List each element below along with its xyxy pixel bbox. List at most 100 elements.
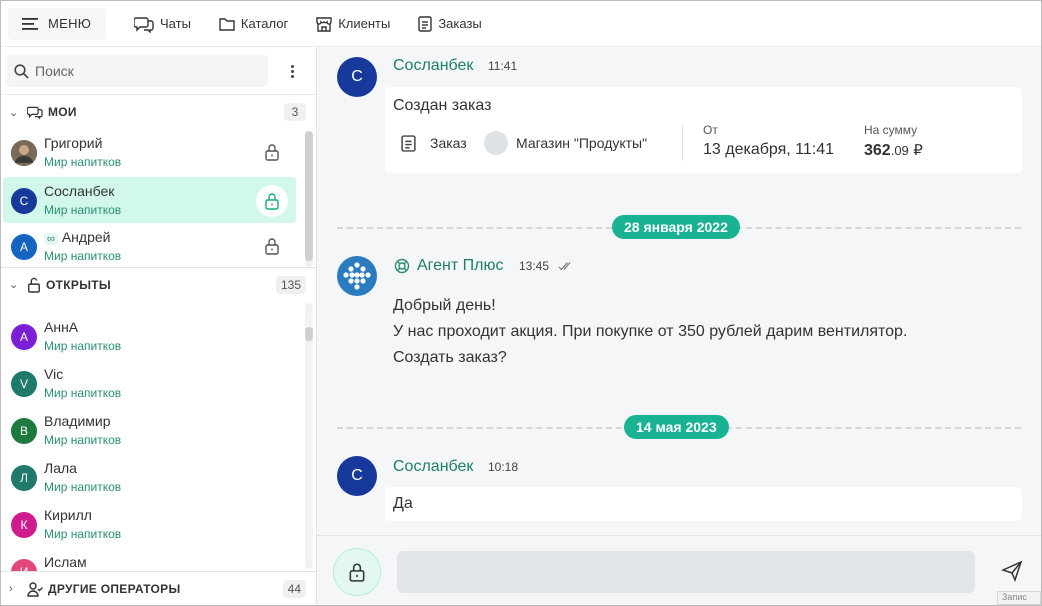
- section-others-count: 44: [282, 580, 306, 598]
- avatar: А: [11, 324, 37, 350]
- order-card[interactable]: Заказ Магазин "Продукты" От 13 декабря, …: [385, 123, 1022, 165]
- contact-item[interactable]: К Кирилл Мир напитков: [3, 501, 296, 547]
- document-icon: [401, 135, 416, 152]
- message-sender[interactable]: Сосланбек: [393, 57, 473, 75]
- mine-scroll-thumb[interactable]: [305, 131, 313, 261]
- order-date: 13 декабря, 11:41: [703, 141, 835, 158]
- chats-icon: [134, 16, 154, 33]
- contact-name: Ислам: [44, 554, 87, 570]
- avatar: В: [11, 418, 37, 444]
- section-others-header[interactable]: › ДРУГИЕ ОПЕРАТОРЫ 44: [1, 571, 316, 605]
- contact-item-active[interactable]: С Сосланбек Мир напитков: [3, 177, 296, 223]
- user-photo-icon: [11, 140, 37, 166]
- lock-icon[interactable]: [264, 143, 280, 161]
- menu-label: МЕНЮ: [48, 16, 92, 31]
- contact-name: АннА: [44, 319, 79, 335]
- avatar: С: [11, 188, 37, 214]
- open-scrollbar[interactable]: [305, 303, 313, 569]
- message-input[interactable]: [397, 551, 975, 593]
- order-message-bubble: Создан заказ Заказ Магазин "Продукты" От…: [385, 87, 1022, 173]
- search-row: [1, 47, 316, 95]
- section-others-title: ДРУГИЕ ОПЕРАТОРЫ: [48, 581, 181, 596]
- tooltip: Запис: [997, 591, 1041, 605]
- infinity-icon: ∞: [44, 233, 58, 245]
- order-sum-int: 362: [864, 142, 891, 159]
- contact-item[interactable]: В Владимир Мир напитков: [3, 407, 296, 453]
- contact-subtitle: Мир напитков: [44, 155, 122, 169]
- message-line: Создать заказ?: [393, 349, 507, 366]
- divider: [682, 125, 683, 161]
- contact-subtitle: Мир напитков: [44, 339, 122, 353]
- agent-avatar: [337, 256, 377, 296]
- lock-chat-button[interactable]: [333, 548, 381, 596]
- message-line: Добрый день!: [393, 297, 496, 314]
- store-logo: [484, 131, 508, 155]
- section-mine-header[interactable]: ⌄ МОИ 3: [1, 95, 316, 129]
- avatar: К: [11, 512, 37, 538]
- search-box[interactable]: [6, 55, 268, 87]
- nav-chats[interactable]: Чаты: [134, 15, 191, 33]
- sidebar: ⌄ МОИ 3 Григорий Мир напитков: [1, 47, 317, 605]
- message-time: 13:45: [519, 259, 550, 273]
- message-text: Да: [393, 495, 413, 512]
- lock-button[interactable]: [256, 185, 288, 217]
- section-open-count: 135: [275, 276, 306, 294]
- nav-orders[interactable]: Заказы: [418, 15, 482, 32]
- contact-item[interactable]: А АннА Мир напитков: [3, 313, 296, 359]
- order-from-label: От: [703, 123, 718, 137]
- nav-clients[interactable]: Клиенты: [316, 16, 390, 32]
- section-mine-title: МОИ: [48, 105, 77, 119]
- menu-button[interactable]: МЕНЮ: [8, 7, 106, 40]
- avatar: А: [11, 234, 37, 260]
- contact-name: Лала: [44, 460, 77, 476]
- chevron-down-icon: ⌄: [9, 106, 19, 119]
- chevron-down-icon: ⌄: [9, 279, 19, 291]
- unlock-icon: [28, 277, 40, 293]
- lock-icon: [349, 563, 365, 582]
- contact-item[interactable]: И Ислам: [3, 548, 296, 571]
- nav-chats-label: Чаты: [160, 16, 191, 31]
- avatar: V: [11, 371, 37, 397]
- contact-subtitle: Мир напитков: [44, 203, 122, 217]
- search-icon: [14, 63, 29, 79]
- chats-icon: [27, 106, 43, 119]
- contact-item[interactable]: Л Лала Мир напитков: [3, 454, 296, 500]
- search-input[interactable]: [35, 63, 245, 79]
- contact-subtitle: Мир напитков: [44, 249, 122, 263]
- contact-name-row: ∞ Андрей: [44, 229, 110, 245]
- folder-icon: [219, 17, 235, 31]
- send-icon[interactable]: [1001, 560, 1023, 582]
- section-open-header[interactable]: ⌄ ОТКРЫТЫ 135: [1, 267, 316, 301]
- contact-item[interactable]: V Vic Мир напитков: [3, 360, 296, 406]
- date-separator: 14 мая 2023: [337, 415, 1021, 439]
- contact-item[interactable]: А ∞ Андрей Мир напитков: [3, 223, 296, 269]
- order-sum-label: На сумму: [864, 123, 918, 137]
- contact-name: Григорий: [44, 135, 103, 151]
- message-composer: [317, 535, 1041, 605]
- message-sender[interactable]: Агент Плюс: [417, 257, 504, 275]
- document-icon: [418, 15, 433, 32]
- date-separator: 28 января 2022: [337, 215, 1021, 239]
- lock-icon[interactable]: [264, 237, 280, 255]
- order-sum: 362.09 ₽: [864, 141, 923, 160]
- store-icon: [316, 16, 332, 32]
- lock-icon: [265, 193, 279, 210]
- agent-logo-icon: [343, 262, 371, 290]
- chat-history: С Сосланбек 11:41 Создан заказ Заказ Маг…: [317, 47, 1041, 535]
- nav-catalog[interactable]: Каталог: [219, 16, 288, 31]
- open-scroll-thumb[interactable]: [305, 327, 313, 341]
- avatar: С: [337, 57, 377, 97]
- more-options-icon[interactable]: [283, 61, 301, 81]
- operators-icon: [27, 581, 43, 597]
- hamburger-icon: [22, 17, 38, 30]
- message-sender[interactable]: Сосланбек: [393, 458, 473, 476]
- mine-scrollbar[interactable]: [305, 131, 313, 267]
- support-lifebuoy-icon: [394, 258, 410, 274]
- nav-orders-label: Заказы: [438, 16, 482, 31]
- order-label: Заказ: [430, 135, 467, 151]
- message-time: 11:41: [488, 59, 518, 73]
- contact-subtitle: Мир напитков: [44, 527, 122, 541]
- contact-item[interactable]: Григорий Мир напитков: [3, 129, 296, 175]
- contact-name: Андрей: [61, 229, 111, 245]
- avatar: [11, 140, 37, 166]
